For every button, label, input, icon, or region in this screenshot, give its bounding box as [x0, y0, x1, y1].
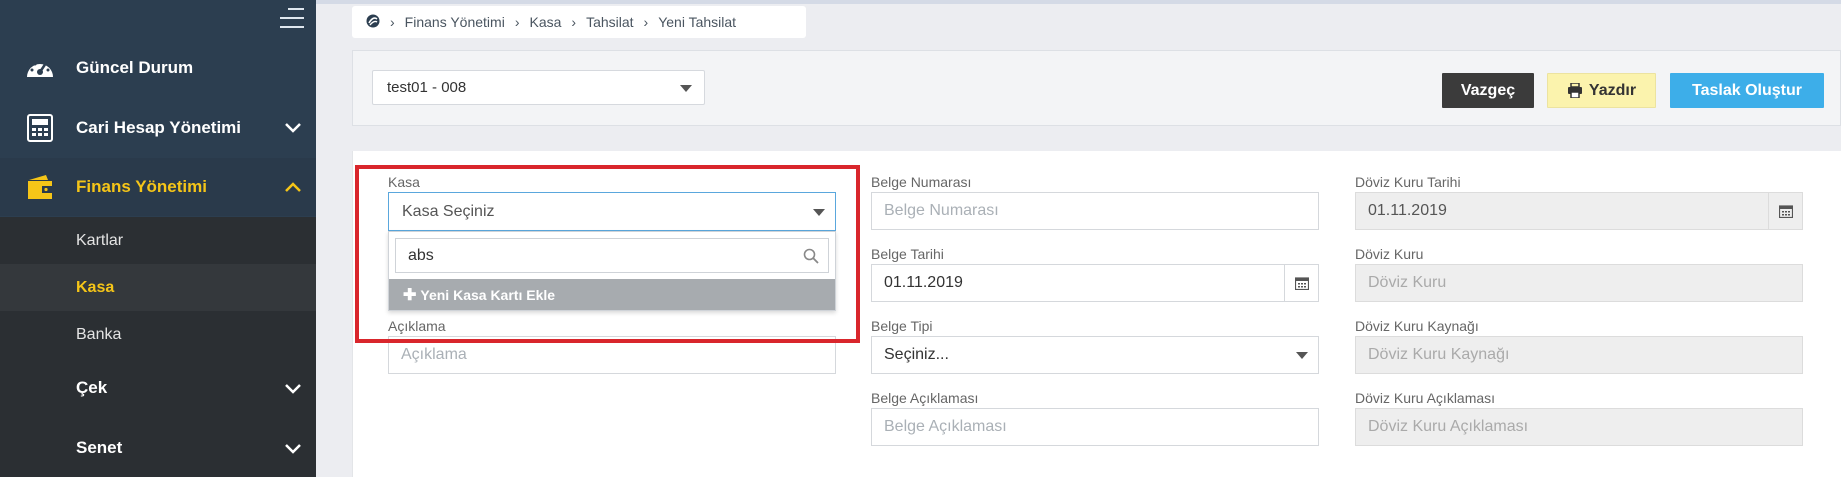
doviz-kaynak-input[interactable]: Döviz Kuru Kaynağı: [1355, 336, 1803, 374]
sidebar: Güncel Durum Cari Hesap Yönetimi Finans …: [0, 0, 316, 477]
belge-tipi-value: Seçiniz...: [884, 346, 949, 363]
doviz-kaynak-placeholder: Döviz Kuru Kaynağı: [1368, 346, 1510, 363]
printer-icon: [1567, 82, 1583, 99]
print-button-label: Yazdır: [1588, 81, 1637, 99]
highlight-box: [355, 165, 860, 343]
doviz-tarihi-value: 01.11.2019: [1368, 202, 1447, 219]
sidebar-subitem-label: Kartlar: [76, 231, 124, 249]
belge-tipi-select[interactable]: Seçiniz...: [871, 336, 1319, 374]
doviz-kuru-input[interactable]: Döviz Kuru: [1355, 264, 1803, 302]
calendar-icon[interactable]: [1284, 265, 1318, 301]
home-icon[interactable]: [366, 14, 380, 31]
belge-tipi-label: Belge Tipi: [871, 318, 933, 334]
belge-tarihi-input[interactable]: 01.11.2019: [871, 264, 1319, 302]
breadcrumb: › Finans Yönetimi › Kasa › Tahsilat › Ye…: [352, 6, 806, 38]
branch-select[interactable]: test01 - 008: [372, 70, 705, 105]
sidebar-top: [0, 0, 316, 40]
create-draft-button[interactable]: Taslak Oluştur: [1670, 73, 1824, 108]
branch-select-value: test01 - 008: [387, 79, 467, 96]
sidebar-subitem-kartlar[interactable]: Kartlar: [0, 217, 316, 264]
breadcrumb-item[interactable]: Finans Yönetimi: [405, 14, 505, 30]
belge-tarihi-label: Belge Tarihi: [871, 246, 944, 262]
sidebar-subitem-label: Banka: [76, 325, 122, 343]
chevron-right-icon: ›: [643, 14, 649, 30]
speedometer-icon: [25, 53, 55, 83]
aciklama-placeholder: Açıklama: [401, 346, 467, 363]
chevron-up-icon: [282, 176, 304, 198]
sidebar-item-label: Güncel Durum: [76, 58, 194, 77]
chevron-down-icon: [282, 437, 304, 459]
sidebar-item-label: Finans Yönetimi: [76, 177, 207, 196]
sidebar-subitem-banka[interactable]: Banka: [0, 311, 316, 358]
cancel-button-label: Vazgeç: [1460, 81, 1516, 99]
sidebar-item-cari-hesap[interactable]: Cari Hesap Yönetimi: [0, 98, 316, 158]
breadcrumb-item-current: Yeni Tahsilat: [658, 14, 737, 30]
chevron-right-icon: ›: [514, 14, 520, 30]
sidebar-subitem-kasa[interactable]: Kasa: [0, 264, 316, 311]
sidebar-subgroup-senet[interactable]: Senet: [0, 418, 316, 477]
sidebar-item-guncel-durum[interactable]: Güncel Durum: [0, 38, 316, 98]
belge-no-input[interactable]: Belge Numarası: [871, 192, 1319, 230]
chevron-right-icon: ›: [390, 14, 395, 30]
belge-aciklama-label: Belge Açıklaması: [871, 390, 979, 406]
belge-no-placeholder: Belge Numarası: [884, 202, 999, 219]
caret-down-icon: [680, 85, 692, 92]
calendar-icon[interactable]: [1768, 193, 1802, 229]
doviz-tarihi-input[interactable]: 01.11.2019: [1355, 192, 1803, 230]
chevron-down-icon: [282, 377, 304, 399]
wallet-icon: [25, 172, 55, 202]
doviz-aciklama-placeholder: Döviz Kuru Açıklaması: [1368, 418, 1529, 435]
belge-no-label: Belge Numarası: [871, 174, 972, 190]
chevron-down-icon: [282, 116, 304, 138]
create-draft-button-label: Taslak Oluştur: [1692, 81, 1802, 99]
calculator-icon: [25, 113, 55, 143]
doviz-tarihi-label: Döviz Kuru Tarihi: [1355, 174, 1461, 190]
sidebar-subgroup-label: Senet: [76, 438, 123, 457]
doviz-aciklama-input[interactable]: Döviz Kuru Açıklaması: [1355, 408, 1803, 446]
chevron-right-icon: ›: [571, 14, 577, 30]
breadcrumb-item[interactable]: Kasa: [529, 14, 561, 30]
breadcrumb-item[interactable]: Tahsilat: [586, 14, 633, 30]
sidebar-subgroup-cek[interactable]: Çek: [0, 358, 316, 418]
belge-tarihi-value: 01.11.2019: [884, 274, 963, 291]
print-button[interactable]: Yazdır: [1547, 73, 1656, 108]
doviz-kaynak-label: Döviz Kuru Kaynağı: [1355, 318, 1479, 334]
doviz-kuru-placeholder: Döviz Kuru: [1368, 274, 1447, 291]
belge-aciklama-placeholder: Belge Açıklaması: [884, 418, 1007, 435]
sidebar-item-finans[interactable]: Finans Yönetimi: [0, 158, 316, 216]
doviz-kuru-label: Döviz Kuru: [1355, 246, 1424, 262]
doviz-aciklama-label: Döviz Kuru Açıklaması: [1355, 390, 1496, 406]
sidebar-item-label: Cari Hesap Yönetimi: [76, 118, 242, 137]
hamburger-menu-icon[interactable]: [280, 8, 304, 30]
caret-down-icon: [1296, 352, 1308, 359]
sidebar-subitem-label: Kasa: [76, 278, 115, 296]
belge-aciklama-input[interactable]: Belge Açıklaması: [871, 408, 1319, 446]
cancel-button[interactable]: Vazgeç: [1442, 73, 1534, 108]
sidebar-subgroup-label: Çek: [76, 378, 108, 397]
top-border: [316, 0, 1841, 4]
